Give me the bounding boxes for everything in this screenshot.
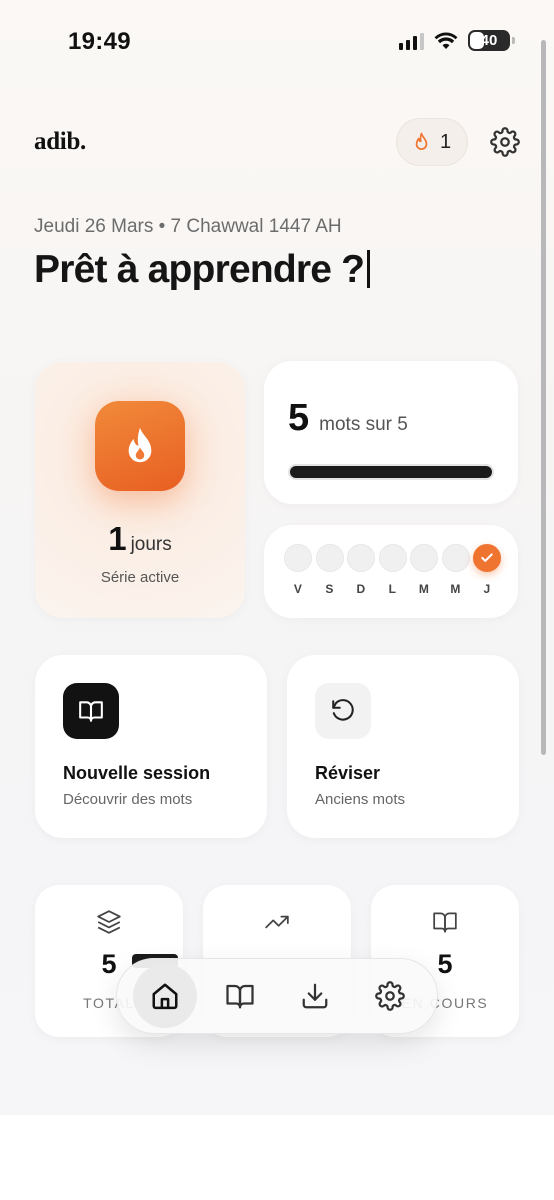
date-line: Jeudi 26 Mars • 7 Chawwal 1447 AH (34, 216, 342, 237)
page-title: Prêt à apprendre ? (34, 248, 371, 292)
app-logo: adib. (34, 128, 87, 155)
streak-count-unit: jours (130, 534, 172, 555)
day-letter: J (483, 582, 491, 596)
day-dot (347, 544, 375, 572)
check-icon (481, 553, 493, 562)
goal-text: 5 mots sur 5 (288, 397, 408, 440)
goal-label: mots sur 5 (319, 414, 408, 435)
battery-icon: 40 (468, 30, 515, 51)
day-letter: D (356, 582, 366, 596)
day-dot (410, 544, 438, 572)
book-open-icon (225, 984, 254, 1009)
battery-level: 40 (480, 32, 498, 49)
week-day: M (410, 544, 438, 596)
streak-pill-count: 1 (439, 130, 452, 153)
day-dot (315, 544, 344, 572)
tab-home[interactable] (132, 964, 197, 1028)
streak-count: 1 jours (35, 520, 245, 558)
week-day: M (441, 544, 470, 596)
book-open-icon (433, 912, 457, 933)
week-streak-card[interactable]: VSDLMMJ (264, 525, 518, 618)
day-letter: S (325, 582, 334, 596)
status-icons: 40 (399, 30, 515, 51)
flame-badge (95, 401, 185, 491)
new-session-button[interactable]: Nouvelle session Découvrir des mots (35, 655, 267, 838)
week-day: V (284, 544, 312, 596)
day-letter: M (450, 582, 461, 596)
day-done-dot (473, 544, 501, 572)
goal-progress-fill (290, 466, 492, 478)
week-day: D (347, 544, 375, 596)
streak-label: Série active (100, 569, 180, 586)
wifi-icon (434, 32, 458, 49)
day-dot (441, 544, 470, 572)
new-session-title: Nouvelle session (63, 763, 211, 783)
trending-up-icon (265, 915, 289, 929)
layers-icon (97, 910, 121, 934)
goal-progress-bar (290, 466, 492, 478)
day-dot (378, 544, 407, 572)
goal-done-value: 5 (288, 397, 310, 439)
gear-icon (374, 981, 405, 1011)
review-subtitle: Anciens mots (315, 791, 406, 808)
tab-settings[interactable] (358, 964, 422, 1028)
tab-library[interactable] (208, 964, 272, 1028)
rotate-ccw-icon (315, 683, 371, 739)
tab-downloads[interactable] (283, 964, 347, 1028)
flame-icon (415, 132, 428, 150)
tab-bar (116, 958, 438, 1034)
home-icon (152, 983, 177, 1010)
day-dot (284, 544, 312, 572)
new-session-subtitle: Découvrir des mots (63, 791, 193, 808)
week-row: VSDLMMJ (284, 544, 501, 596)
week-day: S (315, 544, 344, 596)
scrollbar[interactable] (541, 40, 546, 755)
bottom-background (0, 1115, 554, 1200)
review-title: Réviser (315, 763, 381, 783)
daily-goal-card[interactable]: 5 mots sur 5 (264, 361, 518, 504)
review-button[interactable]: Réviser Anciens mots (287, 655, 519, 838)
flame-icon (128, 427, 152, 463)
day-letter: L (388, 582, 397, 596)
signal-icon (399, 32, 424, 50)
week-day: L (378, 544, 407, 596)
streak-card[interactable]: 1 jours Série active (35, 362, 245, 618)
book-open-icon (63, 683, 119, 739)
day-letter: M (418, 582, 430, 596)
download-icon (302, 983, 327, 1009)
gear-icon[interactable] (490, 127, 520, 157)
streak-pill[interactable]: 1 (396, 118, 468, 166)
day-letter: V (293, 582, 303, 596)
status-time: 19:49 (68, 28, 131, 55)
streak-count-value: 1 (108, 520, 127, 557)
week-day: J (473, 544, 501, 596)
